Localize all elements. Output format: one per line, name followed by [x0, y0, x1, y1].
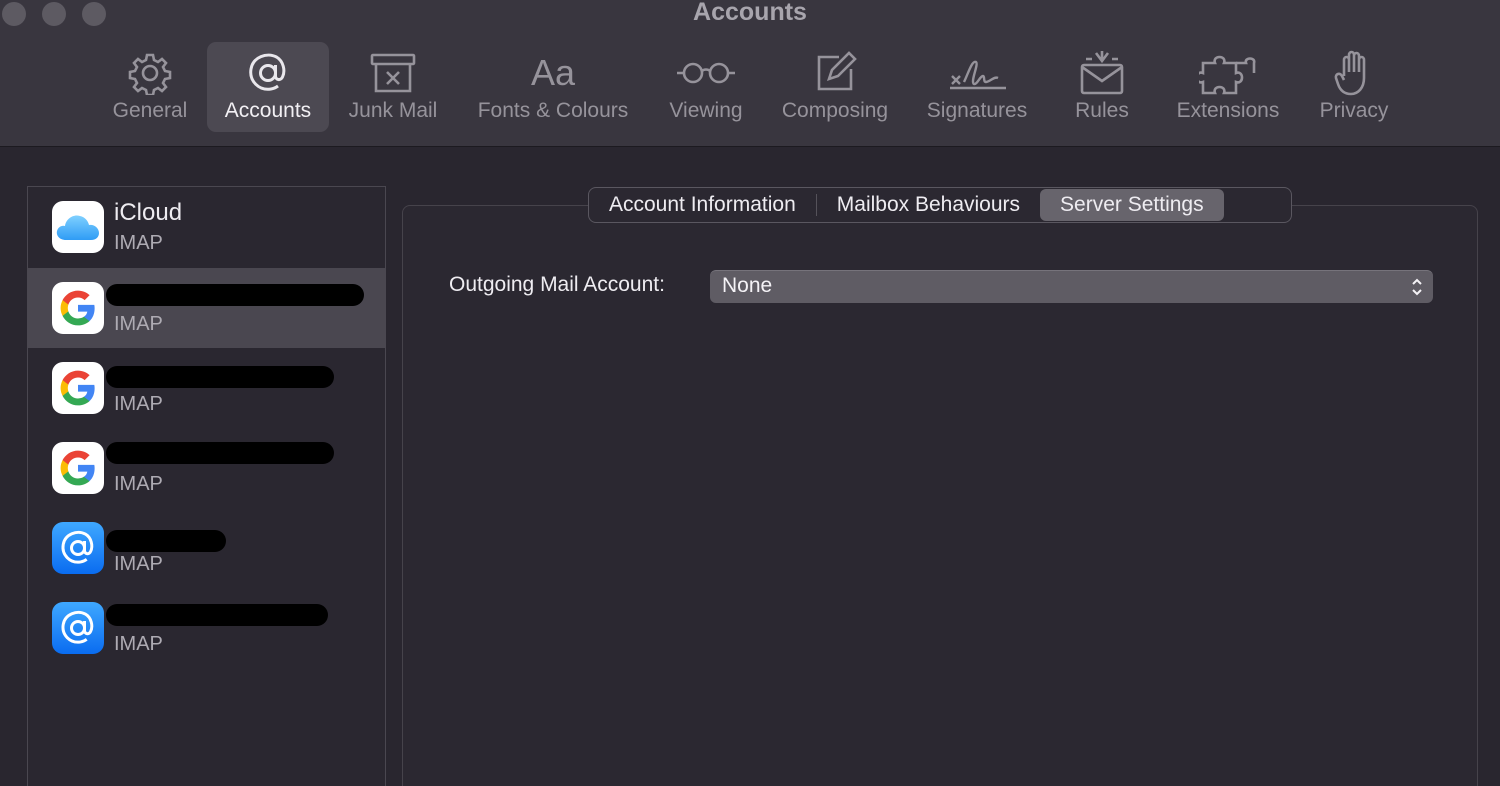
toolbar-label: Privacy: [1319, 99, 1389, 122]
junk-bin-icon: [369, 50, 417, 96]
puzzle-icon: [1199, 50, 1257, 96]
account-item-icloud[interactable]: iCloud IMAP: [28, 187, 385, 267]
account-item-mail-1[interactable]: IMAP: [28, 508, 385, 588]
google-icon: [52, 442, 104, 494]
outgoing-mail-account-select[interactable]: None: [710, 270, 1433, 303]
toolbar-viewing-button[interactable]: Viewing: [660, 42, 752, 132]
toolbar-signatures-button[interactable]: Signatures: [916, 42, 1038, 132]
icloud-icon: [52, 201, 104, 253]
at-mail-icon: [52, 522, 104, 574]
tab-mailbox-behaviours[interactable]: Mailbox Behaviours: [817, 189, 1040, 221]
toolbar: Accounts General Accounts Junk Mail Aa F…: [0, 0, 1500, 147]
window-title: Accounts: [693, 0, 807, 26]
account-type: IMAP: [114, 313, 163, 335]
account-item-google-3[interactable]: IMAP: [28, 428, 385, 508]
settings-tab-bar: Account Information Mailbox Behaviours S…: [588, 187, 1292, 223]
toolbar-label: Rules: [1075, 99, 1129, 122]
account-name: iCloud: [114, 199, 183, 226]
chevron-updown-icon: [1411, 277, 1423, 302]
account-item-google-1[interactable]: IMAP: [28, 268, 385, 348]
toolbar-privacy-button[interactable]: Privacy: [1308, 42, 1400, 132]
hand-icon: [1334, 50, 1374, 96]
google-icon: [52, 282, 104, 334]
account-type: IMAP: [114, 633, 163, 655]
toolbar-accounts-button[interactable]: Accounts: [207, 42, 329, 132]
toolbar-label: Fonts & Colours: [477, 99, 629, 122]
toolbar-label: Viewing: [669, 99, 743, 122]
toolbar-label: Accounts: [224, 99, 312, 122]
tab-server-settings[interactable]: Server Settings: [1040, 189, 1224, 221]
outgoing-mail-account-label: Outgoing Mail Account:: [449, 273, 665, 296]
account-item-mail-2[interactable]: IMAP: [28, 588, 385, 668]
google-icon: [52, 362, 104, 414]
rules-envelope-icon: [1078, 50, 1126, 96]
redaction-mark: [106, 530, 226, 552]
account-type: IMAP: [114, 553, 163, 575]
compose-icon: [813, 50, 857, 96]
gear-icon: [128, 50, 172, 96]
toolbar-junk-mail-button[interactable]: Junk Mail: [339, 42, 447, 132]
toolbar-label: Signatures: [926, 99, 1028, 122]
toolbar-label: Extensions: [1176, 99, 1280, 122]
toolbar-composing-button[interactable]: Composing: [771, 42, 899, 132]
redaction-mark: [106, 442, 334, 464]
redaction-mark: [106, 604, 328, 626]
tab-account-information[interactable]: Account Information: [589, 189, 816, 221]
glasses-icon: [675, 50, 737, 96]
accounts-list: iCloud IMAP IMAP IMAP IMAP IMAP IMAP: [27, 186, 386, 786]
toolbar-extensions-button[interactable]: Extensions: [1164, 42, 1292, 132]
toolbar-rules-button[interactable]: Rules: [1062, 42, 1142, 132]
toolbar-general-button[interactable]: General: [103, 42, 197, 132]
select-value: None: [722, 274, 773, 297]
account-type: IMAP: [114, 232, 163, 254]
toolbar-fonts-colours-button[interactable]: Aa Fonts & Colours: [464, 42, 642, 132]
signature-icon: [946, 50, 1008, 96]
account-item-google-2[interactable]: IMAP: [28, 348, 385, 428]
account-type: IMAP: [114, 393, 163, 415]
account-type: IMAP: [114, 473, 163, 495]
redaction-mark: [106, 284, 364, 306]
toolbar-label: Junk Mail: [348, 99, 438, 122]
toolbar-label: Composing: [781, 99, 889, 122]
toolbar-label: General: [112, 99, 188, 122]
redaction-mark: [106, 366, 334, 388]
at-icon: [245, 50, 291, 96]
fonts-icon: Aa: [530, 52, 576, 93]
at-mail-icon: [52, 602, 104, 654]
